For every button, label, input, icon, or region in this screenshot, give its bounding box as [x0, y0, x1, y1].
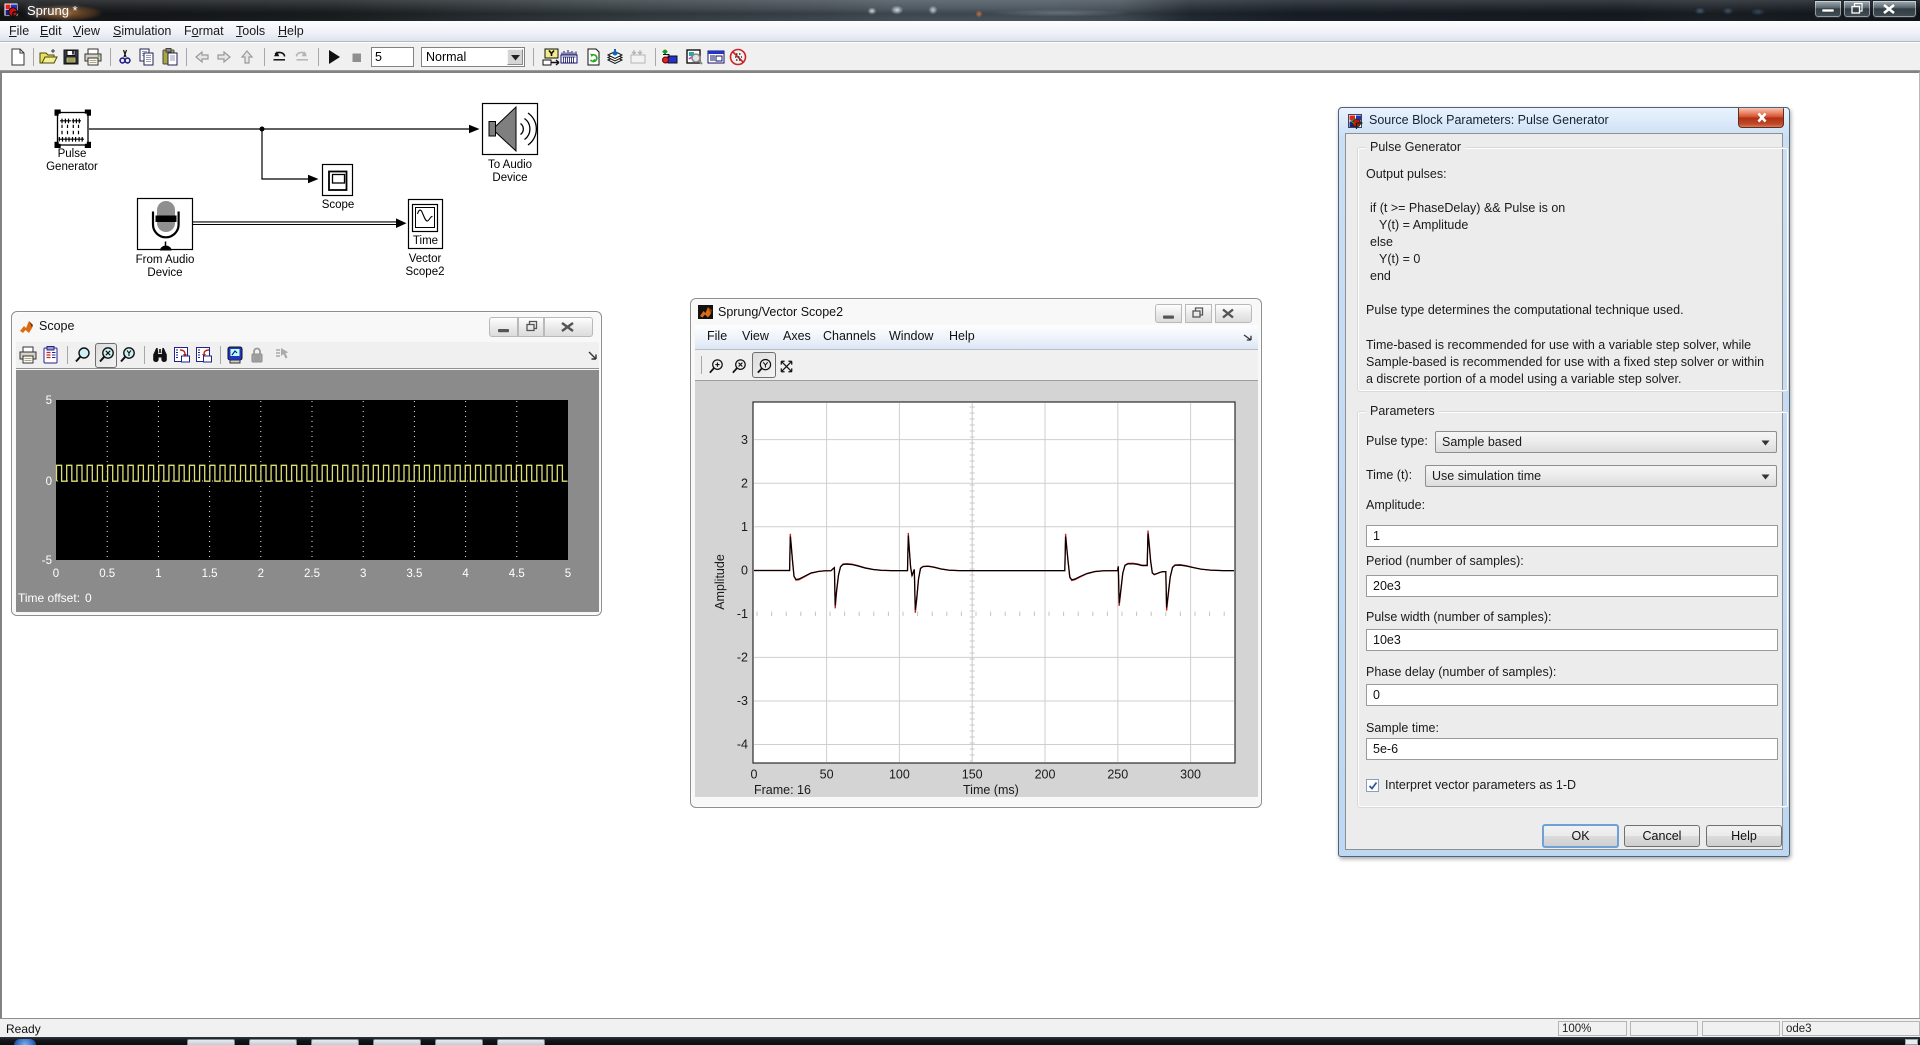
svg-text:Time offset:: Time offset:: [18, 591, 80, 605]
svg-text:2.5: 2.5: [304, 568, 320, 580]
svg-text:-3: -3: [737, 694, 748, 708]
svg-text:3: 3: [741, 433, 748, 447]
svg-text:50: 50: [820, 768, 834, 782]
svg-text:100: 100: [889, 768, 910, 782]
svg-text:150: 150: [962, 768, 983, 782]
svg-text:0: 0: [53, 568, 59, 580]
svg-text:Time: Time: [413, 235, 438, 247]
svg-text:4.5: 4.5: [509, 568, 525, 580]
svg-text:1: 1: [741, 520, 748, 534]
svg-text:0: 0: [751, 768, 758, 782]
svg-text:2: 2: [258, 568, 264, 580]
svg-text:200: 200: [1035, 768, 1056, 782]
svg-text:0.5: 0.5: [99, 568, 115, 580]
svg-text:0: 0: [741, 564, 748, 578]
svg-text:Time (ms): Time (ms): [963, 783, 1019, 797]
svg-text:0: 0: [85, 591, 92, 605]
svg-text:0: 0: [46, 476, 52, 488]
svg-text:-4: -4: [737, 738, 748, 752]
svg-text:-2: -2: [737, 651, 748, 665]
svg-text:2: 2: [741, 477, 748, 491]
svg-text:3: 3: [360, 568, 366, 580]
svg-text:Amplitude: Amplitude: [713, 554, 727, 610]
svg-text:1: 1: [155, 568, 161, 580]
svg-text:-5: -5: [42, 555, 52, 567]
svg-text:4: 4: [462, 568, 469, 580]
svg-text:-1: -1: [737, 607, 748, 621]
svg-text:Frame: 16: Frame: 16: [754, 783, 811, 797]
svg-text:3.5: 3.5: [406, 568, 422, 580]
svg-text:5: 5: [565, 568, 571, 580]
svg-text:1.5: 1.5: [202, 568, 218, 580]
svg-text:5: 5: [46, 395, 52, 407]
svg-text:300: 300: [1180, 768, 1201, 782]
svg-text:250: 250: [1107, 768, 1128, 782]
